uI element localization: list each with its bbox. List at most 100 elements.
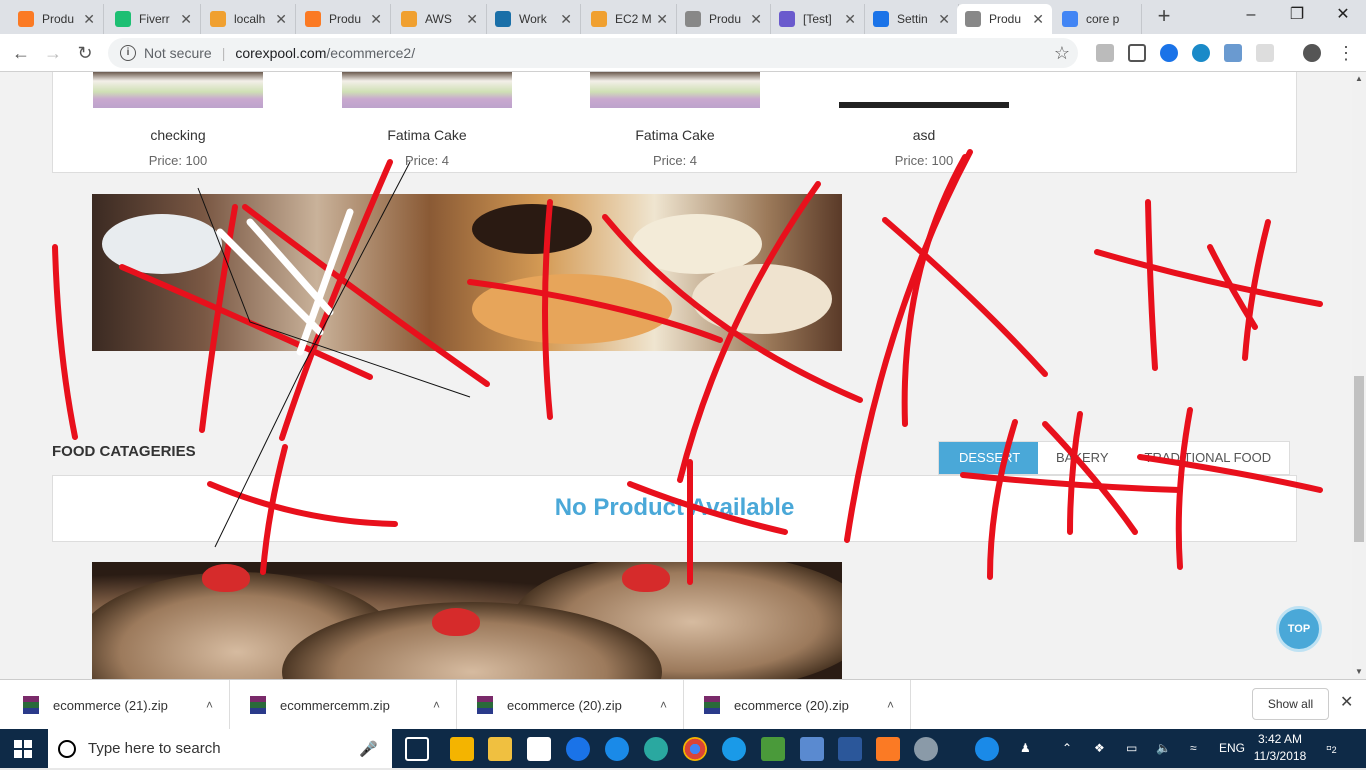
download-options-chevron-icon[interactable]: ˄ — [433, 698, 440, 712]
browser-tab[interactable]: Produ ✕ — [10, 4, 104, 34]
close-tab-icon[interactable]: ✕ — [656, 11, 668, 28]
screenshot-extension-icon[interactable] — [1224, 44, 1242, 62]
taskbar-search-box[interactable]: Type here to search 🎤 — [48, 729, 392, 768]
pdf-extension-icon[interactable] — [1096, 44, 1114, 62]
tray-overflow-icon[interactable]: ⌃ — [1062, 729, 1072, 768]
back-button[interactable]: ← — [8, 40, 34, 66]
wifi-icon[interactable]: ≈ — [1190, 729, 1197, 768]
help-icon[interactable] — [975, 737, 999, 761]
maximize-button[interactable]: ❐ — [1274, 0, 1320, 30]
browser-tab[interactable]: EC2 M ✕ — [583, 4, 677, 34]
product-card[interactable]: Fatima Cake Price: 4 — [342, 72, 512, 168]
profile-avatar-icon[interactable] — [1303, 44, 1321, 62]
bookmark-star-icon[interactable]: ☆ — [1054, 43, 1070, 64]
category-tab[interactable]: BAKERY — [1038, 442, 1127, 474]
download-item[interactable]: ecommerce (20).zip ˄ — [457, 680, 684, 730]
close-tab-icon[interactable]: ✕ — [466, 11, 478, 28]
download-options-chevron-icon[interactable]: ˄ — [206, 698, 213, 712]
forward-button[interactable]: → — [40, 40, 66, 66]
product-name[interactable]: asd — [839, 127, 1009, 143]
download-item[interactable]: ecommerce (21).zip ˄ — [3, 680, 230, 730]
product-card[interactable]: checking Price: 100 — [93, 72, 263, 168]
browser-tab[interactable]: core p — [1054, 4, 1142, 34]
download-options-chevron-icon[interactable]: ˄ — [887, 698, 894, 712]
scroll-up-arrow-icon[interactable]: ▲ — [1352, 72, 1366, 86]
paint-icon[interactable] — [914, 737, 938, 761]
infinity-app-icon[interactable] — [644, 737, 668, 761]
browser-tab[interactable]: Settin ✕ — [865, 4, 959, 34]
download-options-chevron-icon[interactable]: ˄ — [660, 698, 667, 712]
minimize-button[interactable]: – — [1228, 0, 1274, 30]
grid-extension-icon[interactable] — [1256, 44, 1274, 62]
browser-tab[interactable]: [Test] ✕ — [771, 4, 865, 34]
close-tab-icon[interactable]: ✕ — [938, 11, 950, 28]
task-view-icon[interactable] — [405, 737, 429, 761]
category-tab[interactable]: DESSERT — [939, 442, 1038, 474]
product-card[interactable]: asd Price: 100 — [839, 72, 1009, 168]
product-image[interactable] — [342, 72, 512, 108]
sheets-app-icon[interactable] — [761, 737, 785, 761]
close-tab-icon[interactable]: ✕ — [560, 11, 572, 28]
close-tab-icon[interactable]: ✕ — [1032, 11, 1044, 28]
browser-tab[interactable]: Fiverr ✕ — [107, 4, 201, 34]
amazon-icon[interactable] — [527, 737, 551, 761]
close-downloads-icon[interactable]: ✕ — [1340, 692, 1353, 712]
remote-desktop-icon[interactable] — [800, 737, 824, 761]
page-scrollbar[interactable]: ▲ ▼ — [1352, 72, 1366, 679]
product-image[interactable] — [839, 72, 1009, 108]
add-extension-icon[interactable] — [1128, 44, 1146, 62]
back-to-top-button[interactable]: TOP — [1276, 606, 1322, 652]
product-name[interactable]: Fatima Cake — [590, 127, 760, 143]
download-item[interactable]: ecommercemm.zip ˄ — [230, 680, 457, 730]
store-icon[interactable] — [450, 737, 474, 761]
close-tab-icon[interactable]: ✕ — [275, 11, 287, 28]
close-tab-icon[interactable]: ✕ — [83, 11, 95, 28]
address-bar[interactable]: i Not secure | corexpool.com/ecommerce2/… — [108, 38, 1078, 68]
download-item[interactable]: ecommerce (20).zip ˄ — [684, 680, 911, 730]
product-image[interactable] — [590, 72, 760, 108]
browser-tab[interactable]: Produ ✕ — [957, 4, 1052, 34]
internet-explorer-icon[interactable] — [722, 737, 746, 761]
product-name[interactable]: Fatima Cake — [342, 127, 512, 143]
close-tab-icon[interactable]: ✕ — [844, 11, 856, 28]
fiverr-icon — [115, 11, 131, 27]
battery-icon[interactable]: ▭ — [1126, 729, 1137, 768]
browser-tab[interactable]: localh ✕ — [202, 4, 296, 34]
file-explorer-icon[interactable] — [488, 737, 512, 761]
menu-kebab-icon[interactable]: ⋮ — [1333, 40, 1359, 66]
windows-start-icon[interactable] — [14, 740, 32, 758]
action-center-icon[interactable]: ▫2 — [1326, 729, 1337, 768]
dropbox-icon[interactable] — [566, 737, 590, 761]
info-icon[interactable]: i — [120, 45, 136, 61]
scrollbar-thumb[interactable] — [1354, 376, 1364, 542]
browser-tab[interactable]: Produ ✕ — [677, 4, 771, 34]
product-card[interactable]: Fatima Cake Price: 4 — [590, 72, 760, 168]
microphone-icon[interactable]: 🎤 — [359, 740, 378, 758]
system-clock[interactable]: 3:42 AM 11/3/2018 — [1250, 731, 1310, 765]
product-price: Price: 4 — [404, 153, 450, 168]
product-name[interactable]: checking — [93, 127, 263, 143]
close-window-button[interactable]: ✕ — [1320, 0, 1366, 30]
dropbox-tray-icon[interactable]: ❖ — [1094, 729, 1105, 768]
close-tab-icon[interactable]: ✕ — [180, 11, 192, 28]
browser-tab[interactable]: AWS ✕ — [393, 4, 487, 34]
close-tab-icon[interactable]: ✕ — [750, 11, 762, 28]
browser-tab[interactable]: Work ✕ — [487, 4, 581, 34]
play-extension-icon[interactable] — [1192, 44, 1210, 62]
people-icon[interactable]: ♟ — [1020, 729, 1031, 768]
scroll-down-arrow-icon[interactable]: ▼ — [1352, 665, 1366, 679]
close-tab-icon[interactable]: ✕ — [370, 11, 382, 28]
browser-tab[interactable]: Produ ✕ — [297, 4, 391, 34]
show-all-downloads-button[interactable]: Show all — [1252, 688, 1329, 720]
sync-extension-icon[interactable] — [1160, 44, 1178, 62]
category-tab[interactable]: TRADITIONAL FOOD — [1127, 442, 1290, 474]
xampp-taskbar-icon[interactable] — [876, 737, 900, 761]
product-image[interactable] — [93, 72, 263, 108]
word-icon[interactable] — [838, 737, 862, 761]
reload-button[interactable]: ↻ — [72, 40, 98, 66]
chrome-icon[interactable] — [683, 737, 707, 761]
edge-icon[interactable] — [605, 737, 629, 761]
language-indicator[interactable]: ENG — [1219, 729, 1245, 768]
new-tab-button[interactable]: + — [1152, 5, 1176, 29]
volume-icon[interactable]: 🔈 — [1156, 729, 1171, 768]
